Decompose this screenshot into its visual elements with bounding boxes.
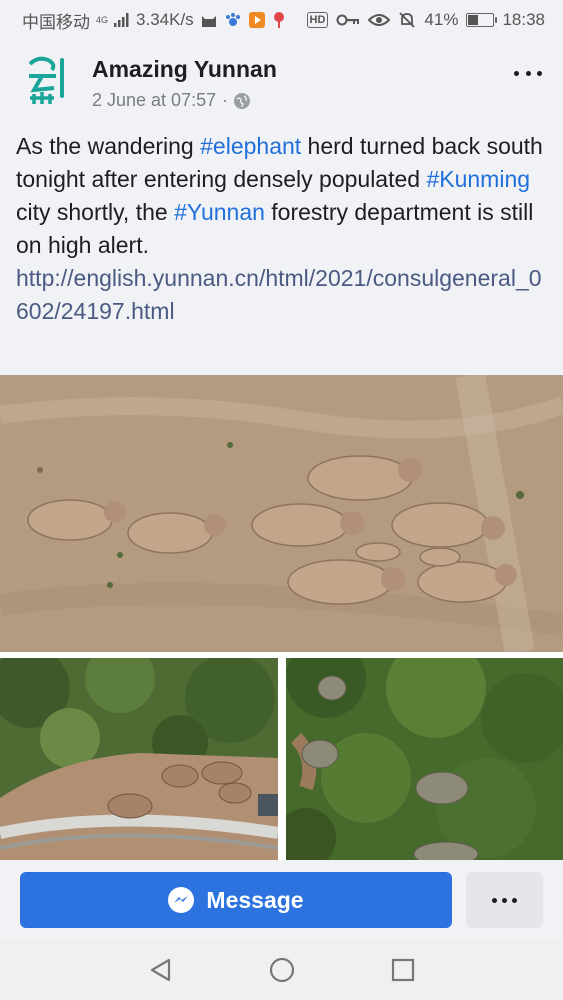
video-app-icon (248, 11, 266, 29)
page-action-bar: Message (0, 860, 563, 940)
page-name[interactable]: Amazing Yunnan (92, 56, 277, 83)
message-button-label: Message (206, 886, 304, 913)
square-recents-icon[interactable] (386, 953, 420, 987)
post-text-part: As the wandering (16, 133, 201, 159)
post-link[interactable]: http://english.yunnan.cn/html/2021/consu… (16, 262, 547, 328)
battery-icon (466, 13, 498, 27)
photo-elephant-herd-aerial[interactable] (0, 375, 563, 652)
yunnan-logo-icon (28, 56, 64, 104)
post-text-part: city shortly, the (16, 199, 175, 225)
cat-app-icon (200, 11, 218, 29)
post-date[interactable]: 2 June at 07:57 (92, 90, 216, 111)
carrier-label: 中国移动 (22, 12, 90, 32)
hashtag-elephant[interactable]: #elephant (200, 133, 301, 159)
post-options-button[interactable] (510, 62, 546, 84)
paw-app-icon (224, 11, 242, 29)
mute-bell-icon (398, 11, 416, 29)
hd-voice-badge: HD (306, 12, 329, 28)
circle-home-icon[interactable] (265, 953, 299, 987)
network-type: 4G (96, 14, 109, 25)
key-icon (336, 13, 360, 27)
message-button[interactable]: Message (20, 872, 452, 928)
globe-icon (234, 92, 251, 109)
more-actions-button[interactable] (466, 872, 543, 928)
photo-elephants-in-forest[interactable] (286, 658, 563, 860)
meta-separator: · (222, 90, 229, 110)
post-body: As the wandering #elephant herd turned b… (0, 122, 563, 375)
page-avatar[interactable] (26, 54, 70, 106)
messenger-icon (168, 887, 195, 913)
app-screen: 中国移动 4G 3.34K/s HD 41% 18:38 Amazing Yun… (0, 0, 563, 1000)
hashtag-kunming[interactable]: #Kunming (426, 166, 530, 192)
signal-icon (114, 13, 130, 27)
hashtag-yunnan[interactable]: #Yunnan (174, 199, 265, 225)
battery-percent: 41% (424, 10, 459, 29)
post-text: As the wandering #elephant herd turned b… (16, 130, 547, 262)
status-bar: 中国移动 4G 3.34K/s HD 41% 18:38 (0, 0, 563, 40)
location-pin-icon (272, 11, 286, 29)
post-header: Amazing Yunnan 2 June at 07:57 · (0, 40, 563, 122)
network-speed: 3.34K/s (136, 10, 194, 29)
system-nav-bar (0, 940, 563, 1000)
triangle-back-icon[interactable] (144, 953, 178, 987)
eye-icon (368, 13, 391, 27)
post-meta: 2 June at 07:57 · (92, 90, 251, 111)
clock: 18:38 (502, 10, 545, 29)
photo-elephants-on-road[interactable] (0, 658, 278, 860)
